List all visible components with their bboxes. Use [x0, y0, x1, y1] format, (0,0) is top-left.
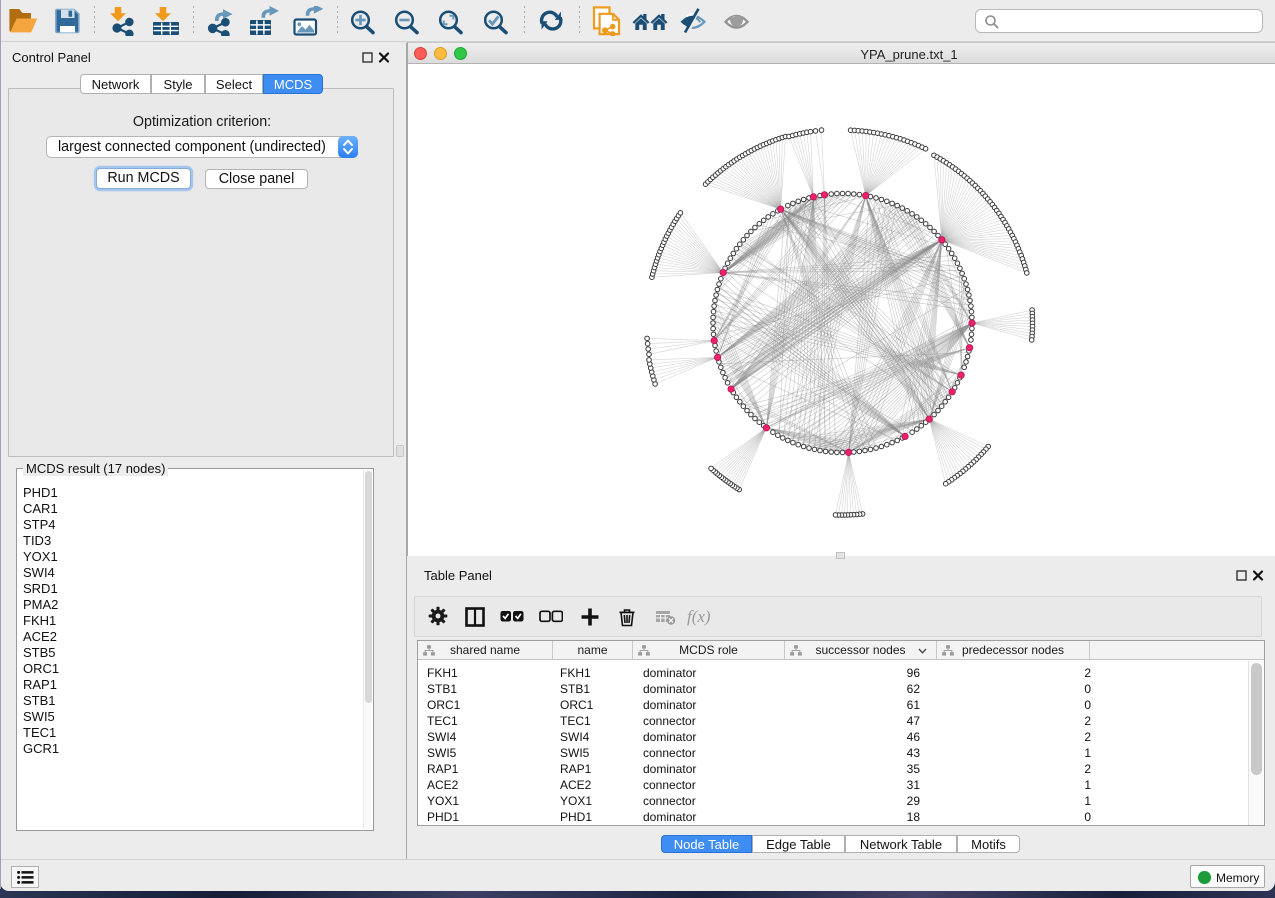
svg-text:f(x): f(x): [687, 607, 711, 626]
